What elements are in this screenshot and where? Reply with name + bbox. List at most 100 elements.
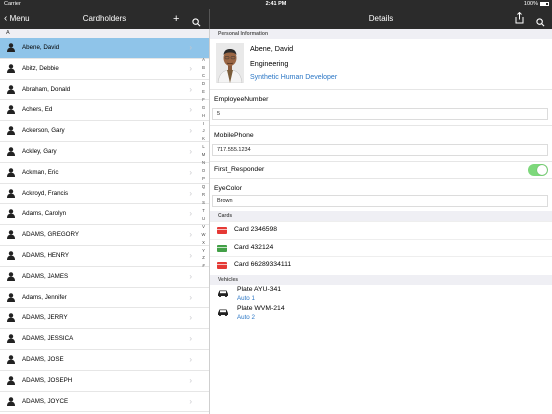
vehicle-name-link[interactable]: Auto 1 bbox=[237, 295, 255, 302]
cardholder-row[interactable]: ADAMS, JESSICA › bbox=[0, 329, 209, 350]
index-letter[interactable]: X bbox=[198, 239, 209, 247]
chevron-right-icon: › bbox=[189, 292, 192, 302]
index-letter[interactable]: T bbox=[198, 207, 209, 215]
cardholder-row[interactable]: Ackroyd, Francis › bbox=[0, 184, 209, 205]
profile-name: Abene, David bbox=[250, 44, 294, 53]
chevron-right-icon: › bbox=[189, 43, 192, 52]
index-letter[interactable]: U bbox=[198, 215, 209, 223]
cardholder-name: ADAMS, JOSEPH bbox=[22, 376, 73, 384]
card-row[interactable]: Card 432124 bbox=[210, 238, 552, 257]
index-letter[interactable]: P bbox=[198, 175, 209, 183]
index-letter[interactable]: Z bbox=[198, 254, 209, 262]
cardholder-row[interactable]: Adams, Jennifer › bbox=[0, 288, 209, 309]
employee-number-label: EmployeeNumber bbox=[214, 96, 269, 103]
index-letter[interactable]: M bbox=[198, 151, 209, 159]
vehicle-plate: Plate WVM-214 bbox=[237, 304, 285, 312]
index-letter[interactable]: D bbox=[198, 80, 209, 88]
person-icon bbox=[7, 375, 15, 385]
person-icon bbox=[7, 63, 15, 73]
vehicle-name-link[interactable]: Auto 2 bbox=[237, 314, 255, 321]
index-letter[interactable]: W bbox=[198, 231, 209, 239]
cardholder-row[interactable]: ADAMS, JAMES › bbox=[0, 267, 209, 288]
chevron-right-icon: › bbox=[189, 126, 192, 136]
chevron-right-icon: › bbox=[189, 84, 192, 94]
cardholder-row[interactable]: ADAMS, JERRY › bbox=[0, 308, 209, 330]
index-letter[interactable]: # bbox=[198, 262, 209, 270]
eye-color-input[interactable]: Brown bbox=[212, 195, 548, 207]
person-icon bbox=[7, 313, 15, 323]
person-icon bbox=[7, 271, 15, 281]
index-letter[interactable]: H bbox=[198, 112, 209, 120]
cardholder-row[interactable]: Abene, David › bbox=[0, 38, 209, 59]
cardholder-row[interactable]: Abitz, Debbie › bbox=[0, 59, 209, 80]
cardholder-name: Abraham, Donald bbox=[22, 85, 71, 93]
cardholder-name: Ackley, Gary bbox=[22, 147, 57, 155]
index-letter[interactable]: R bbox=[198, 191, 209, 199]
cardholder-row[interactable]: ADAMS, JOYCE › bbox=[0, 392, 209, 413]
chevron-right-icon: › bbox=[189, 250, 192, 260]
cardholder-row[interactable]: Ackman, Eric › bbox=[0, 163, 209, 184]
employee-number-input[interactable]: 5 bbox=[212, 108, 548, 120]
index-letter[interactable]: E bbox=[198, 88, 209, 96]
cardholder-row[interactable]: Ackerson, Gary › bbox=[0, 121, 209, 142]
cardholder-name: ADAMS, JESSICA bbox=[22, 335, 74, 343]
cards-list: Card 2346598 Card 432124 Card 66289334111 bbox=[210, 221, 552, 274]
cardholder-name: Abene, David bbox=[22, 44, 60, 51]
person-icon bbox=[7, 105, 15, 115]
first-responder-toggle[interactable] bbox=[528, 164, 548, 176]
card-row[interactable]: Card 66289334111 bbox=[210, 256, 552, 274]
cardholder-row[interactable]: Achers, Ed › bbox=[0, 100, 209, 122]
credit-card-icon bbox=[217, 244, 227, 252]
person-icon bbox=[7, 355, 15, 364]
profile-title-link[interactable]: Synthetic Human Developer bbox=[250, 74, 337, 81]
index-letter[interactable]: J bbox=[198, 127, 209, 135]
card-label: Card 66289334111 bbox=[234, 261, 292, 268]
index-letter[interactable]: B bbox=[198, 64, 209, 72]
cardholder-name: ADAMS, JAMES bbox=[22, 272, 69, 280]
chevron-right-icon: › bbox=[189, 105, 192, 115]
cardholder-name: ADAMS, JERRY bbox=[22, 314, 68, 322]
mobile-phone-input[interactable]: 717.555.1234 bbox=[212, 144, 548, 156]
index-letter[interactable]: L bbox=[198, 143, 209, 151]
status-bar: Carrier 2:41 PM 100% bbox=[0, 0, 552, 9]
chevron-right-icon: › bbox=[189, 334, 192, 344]
credit-card-icon bbox=[217, 262, 227, 269]
add-button[interactable]: + bbox=[173, 9, 179, 29]
search-icon bbox=[536, 18, 545, 27]
person-icon bbox=[7, 188, 15, 198]
index-letter[interactable]: O bbox=[198, 167, 209, 175]
index-letter[interactable]: C bbox=[198, 72, 209, 80]
cardholder-row[interactable]: ADAMS, JOSE › bbox=[0, 350, 209, 371]
cardholder-name: Abitz, Debbie bbox=[22, 64, 59, 72]
cardholder-row[interactable]: Adams, Carolyn › bbox=[0, 204, 209, 226]
cardholder-row[interactable]: ADAMS, JOSEPH › bbox=[0, 371, 209, 392]
cardholder-row[interactable]: ADAMS, GREGORY › bbox=[0, 225, 209, 246]
index-letter[interactable]: N bbox=[198, 159, 209, 167]
index-letter[interactable]: Y bbox=[198, 247, 209, 255]
index-letter[interactable]: A bbox=[198, 56, 209, 64]
alphabet-index[interactable]: A B C D E F G H I J K L M N O P Q R S T U V W X Y Z # bbox=[198, 56, 209, 414]
cardholder-row[interactable]: ADAMS, HENRY › bbox=[0, 246, 209, 267]
person-icon bbox=[7, 126, 15, 136]
share-icon bbox=[515, 11, 524, 24]
cardholder-row[interactable]: Ackley, Gary › bbox=[0, 142, 209, 163]
index-letter[interactable]: G bbox=[198, 104, 209, 112]
vehicle-row[interactable]: Plate AYU-341 Auto 1 bbox=[210, 285, 552, 304]
vehicle-row[interactable]: Plate WVM-214 Auto 2 bbox=[210, 304, 552, 323]
cardholder-row[interactable]: Abraham, Donald › bbox=[0, 80, 209, 101]
cardholder-name: Ackroyd, Francis bbox=[22, 189, 69, 197]
vehicles-header: Vehicles bbox=[210, 274, 552, 285]
section-header: A bbox=[0, 29, 209, 38]
card-label: Card 2346598 bbox=[234, 226, 278, 233]
index-letter[interactable]: S bbox=[198, 199, 209, 207]
index-letter[interactable]: V bbox=[198, 223, 209, 231]
index-letter[interactable]: I bbox=[198, 120, 209, 128]
index-letter[interactable]: Q bbox=[198, 183, 209, 191]
card-row[interactable]: Card 2346598 bbox=[210, 221, 552, 239]
chevron-right-icon: › bbox=[189, 188, 192, 198]
eye-color-label: EyeColor bbox=[214, 185, 242, 192]
chevron-right-icon: › bbox=[189, 375, 192, 385]
index-letter[interactable]: F bbox=[198, 96, 209, 104]
person-icon bbox=[7, 84, 15, 94]
index-letter[interactable]: K bbox=[198, 135, 209, 143]
